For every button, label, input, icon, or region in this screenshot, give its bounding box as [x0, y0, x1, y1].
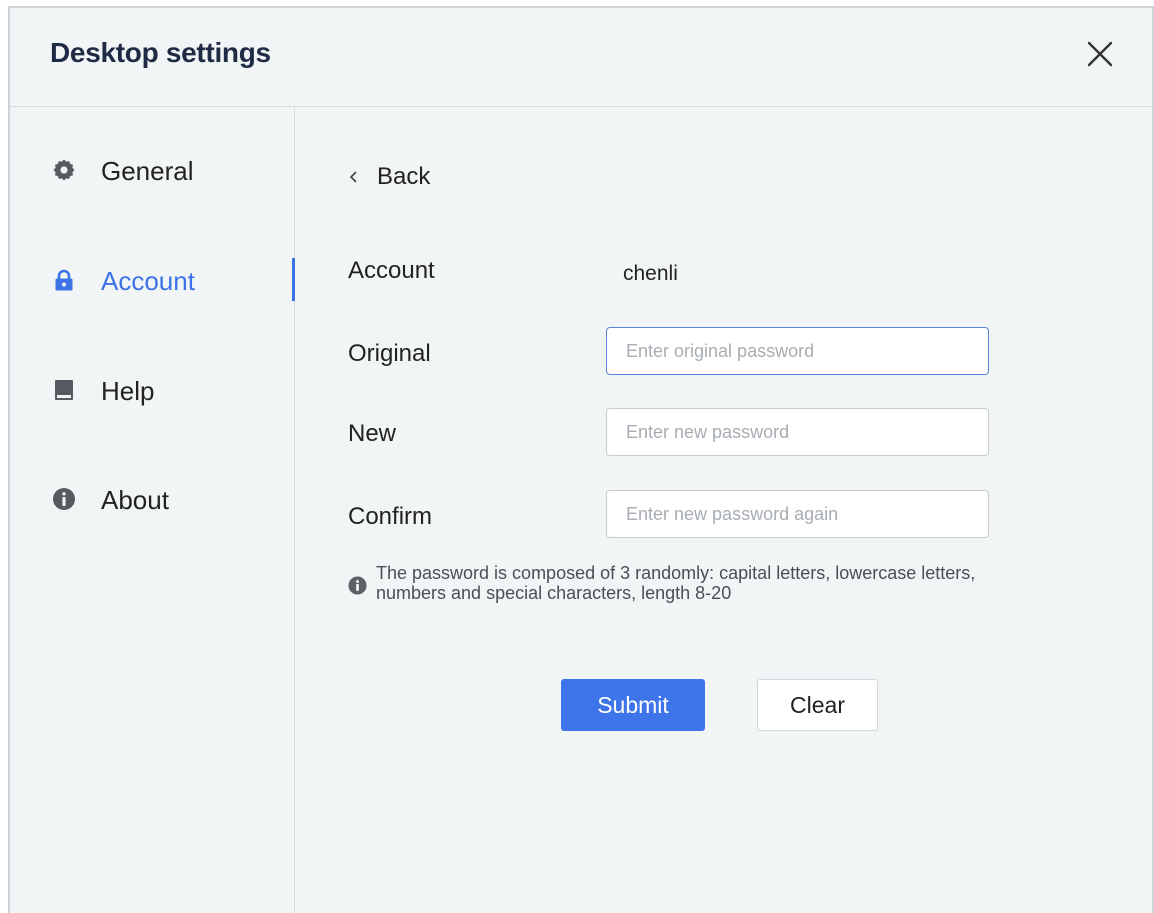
title-bar: Desktop settings: [10, 8, 1152, 107]
account-value: chenli: [623, 262, 678, 285]
sidebar-item-label: Help: [101, 376, 155, 406]
book-icon: [55, 380, 73, 400]
lock-icon: [55, 269, 73, 291]
new-password-label: New: [348, 420, 397, 447]
settings-window: Desktop settings General Account Help Ab…: [8, 6, 1154, 913]
close-button[interactable]: [1084, 38, 1116, 70]
info-icon: [53, 488, 75, 510]
sidebar-item-label: Account: [101, 266, 195, 296]
close-icon: [1087, 41, 1113, 67]
original-password-input[interactable]: [606, 327, 989, 375]
new-password-input[interactable]: [606, 408, 989, 456]
clear-button[interactable]: Clear: [757, 679, 878, 731]
sidebar: General Account Help About: [10, 107, 295, 913]
confirm-password-input[interactable]: [606, 490, 989, 538]
sidebar-item-label: About: [101, 485, 169, 515]
original-password-label: Original: [348, 340, 431, 367]
chevron-left-icon: [349, 171, 357, 183]
submit-button[interactable]: Submit: [561, 679, 705, 731]
password-hint: The password is composed of 3 randomly: …: [348, 563, 1048, 603]
gear-icon: [53, 159, 75, 181]
info-icon: [348, 576, 367, 595]
back-button[interactable]: Back: [347, 159, 430, 195]
sidebar-item-account[interactable]: Account: [10, 254, 295, 306]
password-hint-text: The password is composed of 3 randomly: …: [376, 563, 976, 603]
account-label: Account: [348, 257, 435, 284]
sidebar-item-general[interactable]: General: [10, 144, 295, 196]
account-panel: Back Account chenli Original New Confirm…: [295, 107, 1152, 913]
confirm-password-label: Confirm: [348, 503, 433, 530]
sidebar-item-label: General: [101, 156, 194, 186]
window-title: Desktop settings: [50, 37, 271, 68]
back-label: Back: [377, 163, 431, 190]
sidebar-item-about[interactable]: About: [10, 473, 295, 525]
sidebar-item-help[interactable]: Help: [10, 364, 295, 416]
